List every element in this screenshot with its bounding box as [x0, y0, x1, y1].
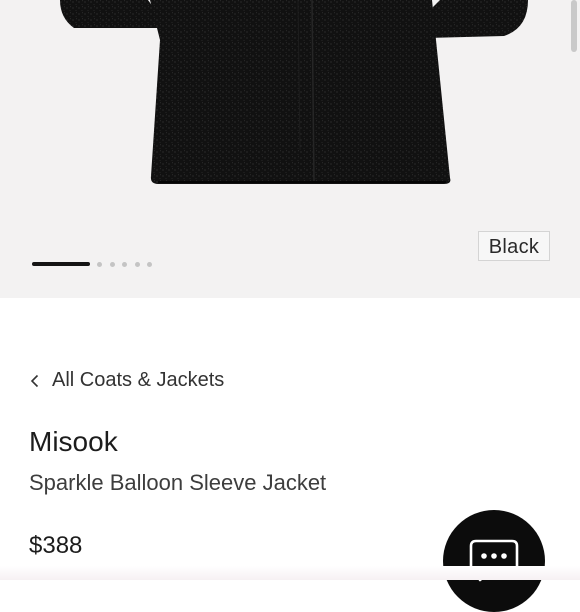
- carousel-dot[interactable]: [109, 261, 115, 267]
- bottom-edge-fade: [0, 566, 580, 580]
- carousel-dot[interactable]: [122, 261, 127, 267]
- scrollbar-thumb[interactable]: [571, 0, 577, 52]
- breadcrumb-back-link[interactable]: All Coats & Jackets: [30, 369, 224, 392]
- chevron-left-icon: [30, 374, 39, 387]
- product-price: $388: [29, 532, 83, 559]
- carousel-dot[interactable]: [97, 261, 102, 267]
- product-image-area[interactable]: Black: [0, 0, 580, 298]
- color-badge: Black: [478, 231, 550, 261]
- breadcrumb-label: All Coats & Jackets: [52, 369, 225, 391]
- chat-button[interactable]: [443, 510, 545, 612]
- product-name: Sparkle Balloon Sleeve Jacket: [29, 470, 327, 495]
- carousel-dot-active[interactable]: [32, 262, 90, 266]
- carousel-indicator[interactable]: [32, 260, 160, 268]
- brand-name[interactable]: Misook: [29, 426, 118, 458]
- carousel-dot[interactable]: [147, 261, 152, 267]
- carousel-dot[interactable]: [134, 261, 140, 267]
